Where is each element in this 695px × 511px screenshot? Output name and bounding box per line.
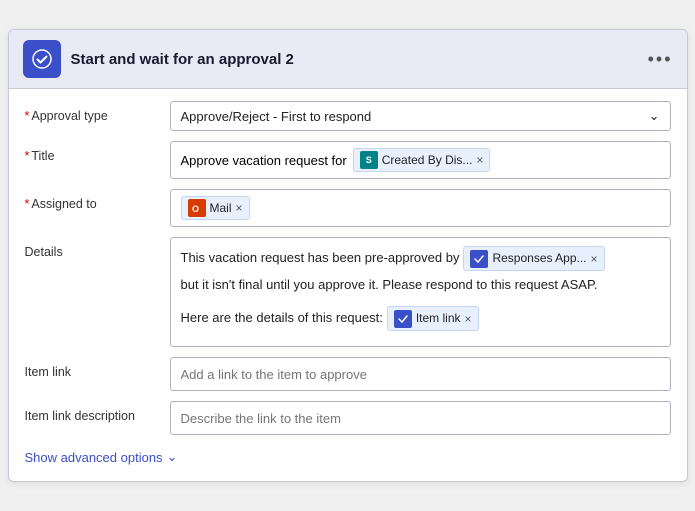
details-token1-close[interactable]: × (591, 253, 598, 265)
assigned-to-label: *Assigned to (25, 189, 170, 211)
item-link-desc-label: Item link description (25, 401, 170, 423)
details-input[interactable]: This vacation request has been pre-appro… (170, 237, 671, 347)
details-label: Details (25, 237, 170, 259)
item-link-desc-field (170, 401, 671, 435)
title-token-close[interactable]: × (476, 154, 483, 166)
title-field: Approve vacation request for S Created B… (170, 141, 671, 179)
approval-type-label: *Approval type (25, 101, 170, 123)
details-token2: Item link × (387, 306, 479, 331)
details-line3-text: Here are the details of this request: (181, 308, 383, 329)
details-token2-text: Item link (416, 309, 461, 328)
approval-token-icon1 (470, 250, 488, 268)
details-row: Details This vacation request has been p… (25, 237, 671, 347)
assigned-to-token-close[interactable]: × (236, 202, 243, 214)
assigned-to-row: *Assigned to O Mail × (25, 189, 671, 227)
chevron-down-icon: ⌄ (167, 449, 178, 465)
details-line1-text: This vacation request has been pre-appro… (181, 248, 460, 269)
approval-type-dropdown[interactable]: Approve/Reject - First to respond ⌄ (170, 101, 671, 131)
show-advanced-label: Show advanced options (25, 450, 163, 465)
assigned-to-field: O Mail × (170, 189, 671, 227)
approval-type-value: Approve/Reject - First to respond (181, 109, 372, 124)
header-title: Start and wait for an approval 2 (71, 51, 294, 68)
required-star: * (25, 109, 30, 123)
required-star: * (25, 149, 30, 163)
details-line2-text: but it isn't final until you approve it.… (181, 275, 598, 296)
title-prefix-text: Approve vacation request for (181, 153, 347, 168)
show-advanced-options-button[interactable]: Show advanced options ⌄ (25, 449, 671, 465)
dropdown-chevron-icon: ⌄ (649, 108, 660, 124)
header-left: Start and wait for an approval 2 (23, 40, 294, 78)
item-link-desc-row: Item link description (25, 401, 671, 435)
svg-text:O: O (192, 204, 199, 214)
item-link-input[interactable] (181, 367, 660, 382)
title-token: S Created By Dis... × (353, 148, 491, 172)
item-link-field (170, 357, 671, 391)
more-options-button[interactable]: ••• (648, 49, 673, 70)
office-icon: O (188, 199, 206, 217)
card-body: *Approval type Approve/Reject - First to… (9, 89, 687, 481)
assigned-to-token: O Mail × (181, 196, 250, 220)
assigned-to-token-text: Mail (210, 201, 232, 215)
approval-type-field: Approve/Reject - First to respond ⌄ (170, 101, 671, 131)
sharepoint-icon: S (360, 151, 378, 169)
item-link-label: Item link (25, 357, 170, 379)
details-line2: but it isn't final until you approve it.… (181, 275, 660, 296)
title-row: *Title Approve vacation request for S Cr… (25, 141, 671, 179)
approval-token-icon2 (394, 310, 412, 328)
item-link-input-wrapper (170, 357, 671, 391)
item-link-desc-input[interactable] (181, 411, 660, 426)
details-field: This vacation request has been pre-appro… (170, 237, 671, 347)
details-token1: Responses App... × (463, 246, 604, 271)
details-token2-close[interactable]: × (465, 313, 472, 325)
title-input[interactable]: Approve vacation request for S Created B… (170, 141, 671, 179)
details-line1: This vacation request has been pre-appro… (181, 246, 660, 271)
title-token-text: Created By Dis... (382, 153, 473, 167)
item-link-desc-input-wrapper (170, 401, 671, 435)
item-link-row: Item link (25, 357, 671, 391)
approval-card: Start and wait for an approval 2 ••• *Ap… (8, 29, 688, 482)
card-header: Start and wait for an approval 2 ••• (9, 30, 687, 89)
required-star: * (25, 197, 30, 211)
approval-icon (23, 40, 61, 78)
approval-type-row: *Approval type Approve/Reject - First to… (25, 101, 671, 131)
assigned-to-input[interactable]: O Mail × (170, 189, 671, 227)
details-token1-text: Responses App... (492, 249, 586, 268)
title-label: *Title (25, 141, 170, 163)
details-line3: Here are the details of this request: It… (181, 306, 660, 331)
